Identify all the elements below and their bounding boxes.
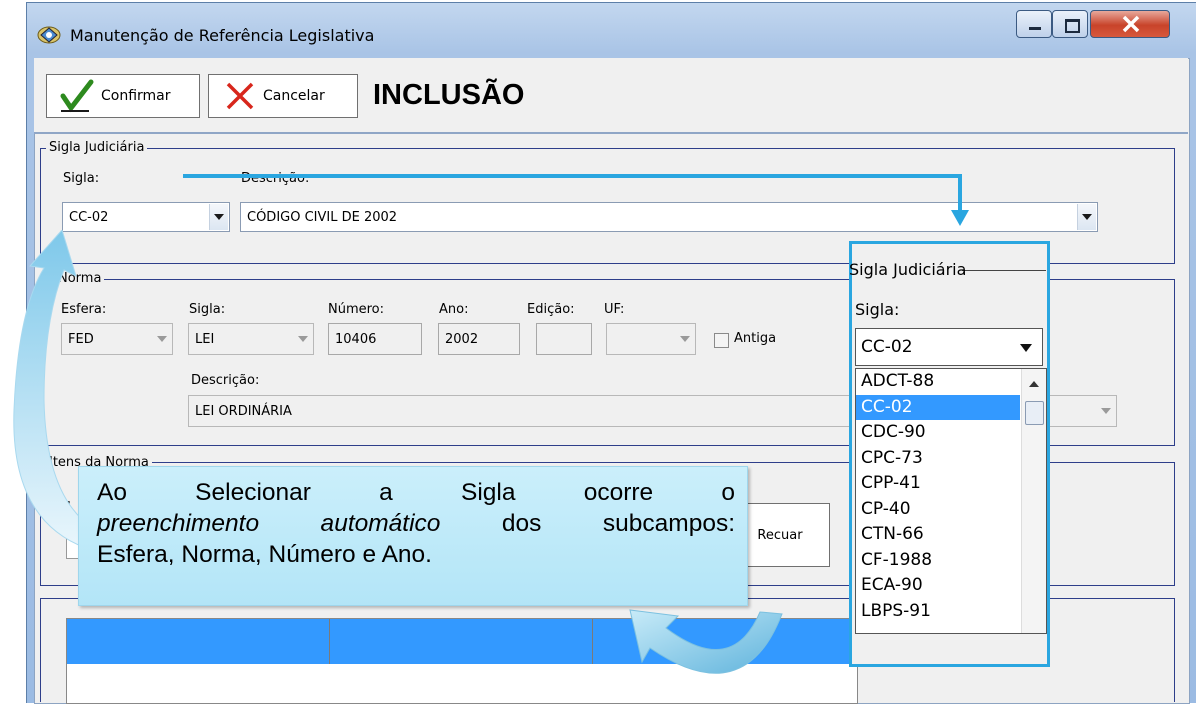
minimize-button[interactable]	[1016, 10, 1052, 38]
x-icon	[226, 82, 254, 110]
antiga-checkbox[interactable]	[714, 333, 729, 348]
zoom-option-item[interactable]: CP-40	[856, 497, 1020, 523]
norma-descricao-value: LEI ORDINÁRIA	[195, 403, 292, 419]
callout-note: Ao Selecionar a Sigla ocorre o preenchim…	[78, 466, 748, 606]
sigla-zoom-popup: Sigla Judiciária Sigla: CC-02 ADCT-88 CC-…	[849, 241, 1050, 667]
zoom-group-label: Sigla Judiciária	[849, 260, 967, 279]
grid-header-col-2[interactable]	[330, 619, 593, 664]
listbox-scrollbar[interactable]	[1021, 369, 1046, 633]
norma-descricao-label: Descrição:	[191, 373, 260, 388]
grid-header-col-1[interactable]	[67, 619, 330, 664]
zoom-option-item[interactable]: CF-1988	[856, 548, 1020, 574]
close-icon	[1122, 15, 1140, 33]
zoom-option-item[interactable]: CC-02	[856, 394, 1020, 420]
ano-label: Ano:	[439, 302, 469, 317]
descricao-select-value: CÓDIGO CIVIL DE 2002	[247, 209, 398, 225]
mode-title: INCLUSÃO	[373, 79, 525, 111]
zoom-sigla-listbox[interactable]: ADCT-88 CC-02 CDC-90 CPC-73 CPP-41 CP-40 CTN-6…	[855, 368, 1047, 634]
numero-field[interactable]: 10406	[328, 323, 422, 355]
scroll-up-arrow-icon[interactable]	[1029, 381, 1039, 387]
callout-line-3: Esfera, Norma, Número e Ano.	[97, 541, 432, 568]
maximize-button[interactable]	[1052, 10, 1088, 38]
zoom-sigla-label: Sigla:	[855, 300, 900, 319]
sigla-select[interactable]: CC-02	[62, 202, 230, 232]
callout-line-2: dos subcampos:	[440, 510, 735, 537]
dropdown-arrow-icon[interactable]	[1020, 344, 1032, 352]
zoom-group-line	[962, 270, 1046, 271]
close-button[interactable]	[1090, 10, 1170, 38]
zoom-option-item[interactable]: ADCT-88	[856, 369, 1020, 395]
ano-value: 2002	[445, 331, 479, 347]
maximize-icon	[1065, 19, 1080, 33]
dropdown-arrow-icon	[676, 325, 694, 353]
zoom-option-item[interactable]: CPP-41	[856, 471, 1020, 497]
minimize-icon	[1029, 27, 1041, 30]
numero-value: 10406	[335, 331, 377, 347]
recuar-label: Recuar	[757, 527, 803, 543]
ano-field[interactable]: 2002	[438, 323, 520, 355]
descricao-label: Descrição:	[241, 171, 310, 186]
norma-sigla-label: Sigla:	[189, 302, 226, 317]
norma-sigla-value: LEI	[195, 331, 215, 347]
zoom-option-item[interactable]: LBPS-91	[856, 599, 1020, 625]
zoom-sigla-value: CC-02	[861, 337, 913, 357]
zoom-option-list: ADCT-88 CC-02 CDC-90 CPC-73 CPP-41 CP-40 CTN-6…	[856, 369, 1020, 624]
edicao-label: Edição:	[527, 302, 575, 317]
uf-label: UF:	[604, 302, 625, 317]
cancel-button[interactable]: Cancelar	[208, 74, 358, 118]
sigla-judiciaria-group-label: Sigla Judiciária	[46, 140, 148, 155]
norma-sigla-select[interactable]: LEI	[188, 323, 314, 355]
zoom-option-item[interactable]: CDC-90	[856, 420, 1020, 446]
sigla-label: Sigla:	[63, 171, 100, 186]
window-title: Manutenção de Referência Legislativa	[70, 26, 375, 45]
cancel-label: Cancelar	[263, 88, 325, 104]
sigla-select-value: CC-02	[69, 209, 109, 225]
confirm-label: Confirmar	[101, 88, 171, 104]
dropdown-arrow-icon	[294, 325, 312, 353]
dropdown-arrow-icon	[1097, 397, 1115, 425]
window-app-icon	[36, 24, 62, 46]
numero-label: Número:	[328, 302, 385, 317]
zoom-option-item[interactable]: ECA-90	[856, 573, 1020, 599]
descricao-select[interactable]: CÓDIGO CIVIL DE 2002	[240, 202, 1098, 232]
zoom-option-item[interactable]: CPC-73	[856, 446, 1020, 472]
dropdown-arrow-icon	[153, 325, 171, 353]
edicao-field[interactable]	[536, 323, 592, 355]
curved-arrow-icon	[629, 609, 783, 674]
checkmark-icon	[60, 79, 94, 113]
dropdown-arrow-icon[interactable]	[209, 204, 228, 230]
callout-line-1: Ao Selecionar a Sigla ocorre o	[97, 479, 735, 506]
uf-select[interactable]	[606, 323, 696, 355]
confirm-button[interactable]: Confirmar	[46, 74, 200, 118]
dropdown-arrow-icon[interactable]	[1077, 204, 1096, 230]
callout-italic: preenchimento automático	[97, 510, 441, 537]
zoom-option-item[interactable]: CTN-66	[856, 522, 1020, 548]
antiga-label: Antiga	[734, 331, 777, 346]
scroll-thumb[interactable]	[1025, 401, 1044, 425]
zoom-sigla-select[interactable]: CC-02	[855, 328, 1043, 366]
